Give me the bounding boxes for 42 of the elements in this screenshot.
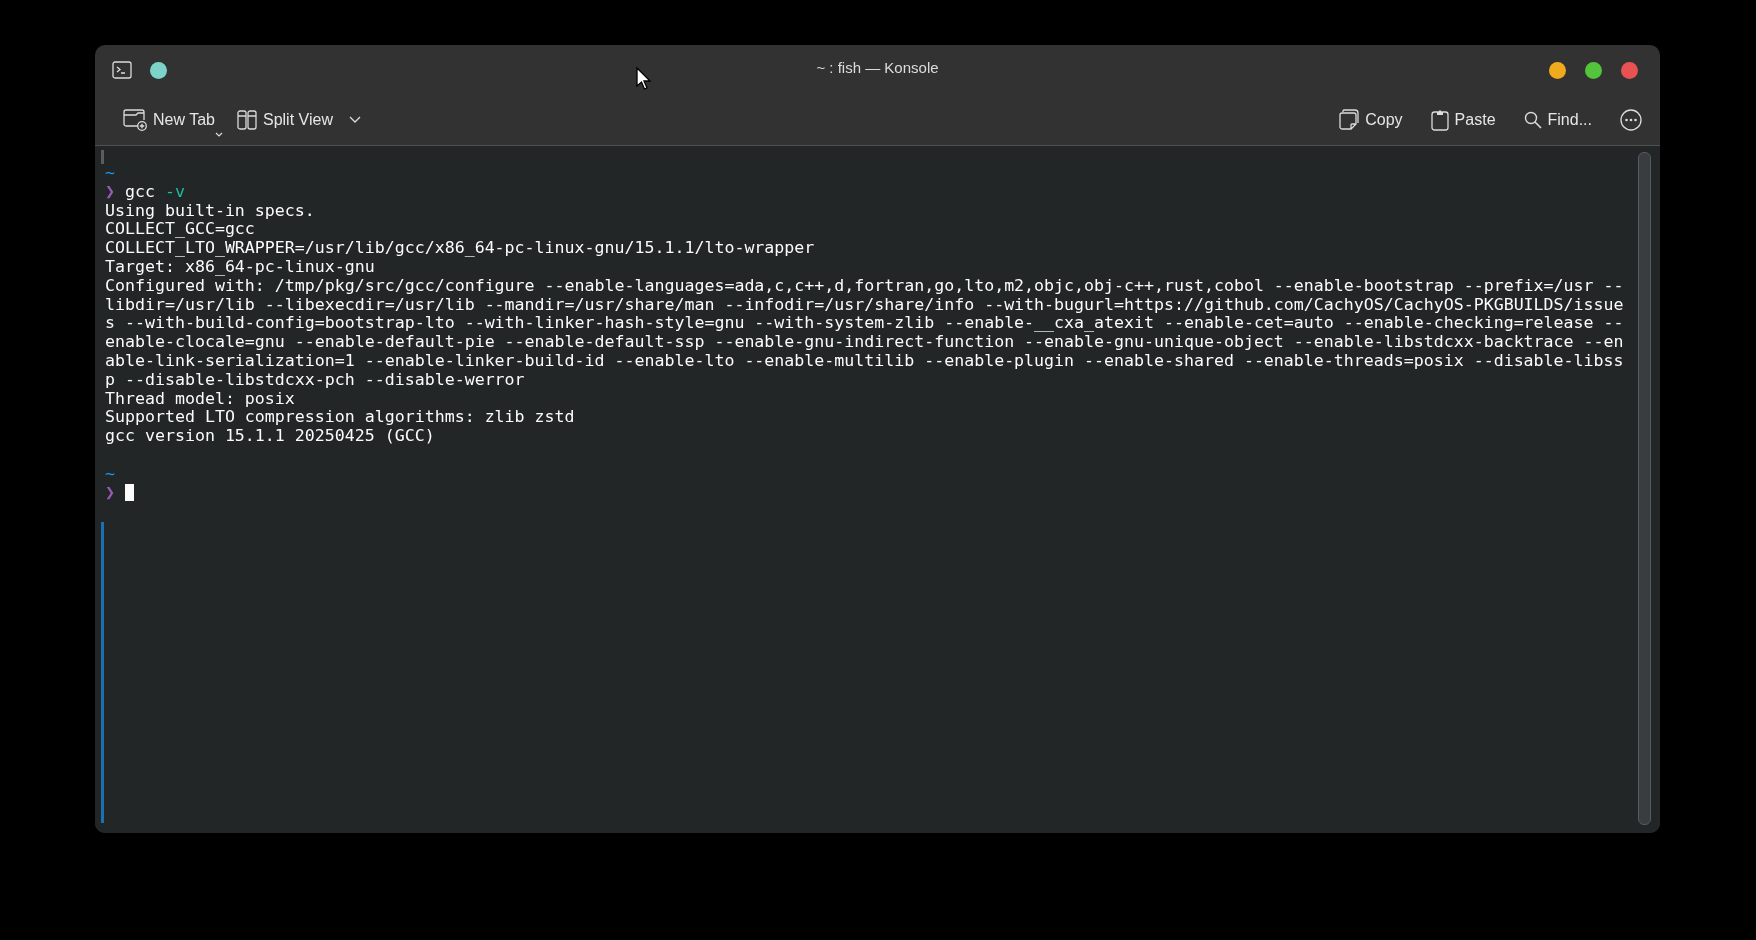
prompt-symbol: ❯ (105, 181, 115, 201)
terminal-line: gcc version 15.1.1 20250425 (GCC) (105, 426, 435, 446)
pointer-icon (636, 67, 652, 91)
text-cursor (125, 483, 134, 501)
command-argument: -v (165, 181, 185, 201)
terminal-line: Configured with: /tmp/pkg/src/gcc/configure --enable-languages=ada,c,c++,d,fortran,go,lto,m2,objc,obj-c++,rust,cobol --enable-bootstrap --prefix=/usr -- (105, 275, 1624, 295)
new-tab-button[interactable]: New Tab (121, 105, 217, 135)
scrollbar[interactable] (1638, 152, 1651, 825)
terminal-line: enable-clocale=gnu --enable-default-pie --enable-default-ssp --enable-gnu-indirect-function --enable-gnu-unique-object --enable-libstdcxx-backtrace --en (105, 332, 1624, 352)
dropdown-icon (214, 132, 223, 137)
terminal-line: Supported LTO compression algorithms: zlib zstd (105, 407, 575, 427)
prompt-directory: ~ (105, 163, 115, 182)
command-text: gcc (125, 181, 155, 201)
terminal-line: Thread model: posix (105, 388, 295, 408)
keep-above-button[interactable] (150, 61, 167, 79)
new-tab-icon (123, 109, 147, 131)
terminal-line: Using built-in specs. (105, 200, 315, 220)
marker-bar (101, 150, 104, 164)
close-button[interactable] (1621, 61, 1638, 79)
window-title: ~ : fish — Konsole (816, 59, 939, 76)
terminal-icon (112, 61, 132, 79)
copy-icon (1339, 109, 1360, 131)
terminal-line: s --with-build-config=bootstrap-lto --with-linker-hash-style=gnu --with-system-zlib --enable-__cxa_atexit --enable-cet=auto --enable-checking=release -- (105, 313, 1624, 333)
terminal-line: libdir=/usr/lib --libexecdir=/usr/lib --mandir=/usr/share/man --infodir=/usr/share/info --with-bugurl=https://github.com/CachyOS/CachyOS-PKGBUILDS/issue (105, 294, 1624, 314)
clipboard-icon (1430, 109, 1449, 131)
maximize-button[interactable] (1585, 61, 1602, 79)
terminal-line: able-link-serialization=1 --enable-linker-build-id --enable-lto --enable-multilib --enable-plugin --enable-shared --enable-threads=posix --disable-libss (105, 350, 1624, 370)
prompt-directory: ~ (105, 463, 115, 483)
copy-button[interactable]: Copy (1337, 105, 1405, 135)
more-icon (1620, 109, 1642, 131)
split-view-icon (236, 110, 257, 130)
paste-button[interactable]: Paste (1428, 105, 1498, 135)
terminal-line: COLLECT_LTO_WRAPPER=/usr/lib/gcc/x86_64-pc-linux-gnu/15.1.1/lto-wrapper (105, 238, 815, 258)
terminal-line: p --disable-libstdcxx-pch --disable-werror (105, 369, 525, 389)
search-icon (1523, 111, 1542, 129)
split-view-button[interactable]: Split View (234, 106, 363, 134)
terminal-line: Target: x86_64-pc-linux-gnu (105, 257, 375, 276)
find-button[interactable]: Find... (1521, 107, 1594, 133)
prompt-symbol: ❯ (105, 482, 115, 502)
terminal-line: COLLECT_GCC=gcc (105, 219, 255, 239)
minimize-button[interactable] (1549, 61, 1566, 79)
chevron-icon (348, 116, 361, 124)
